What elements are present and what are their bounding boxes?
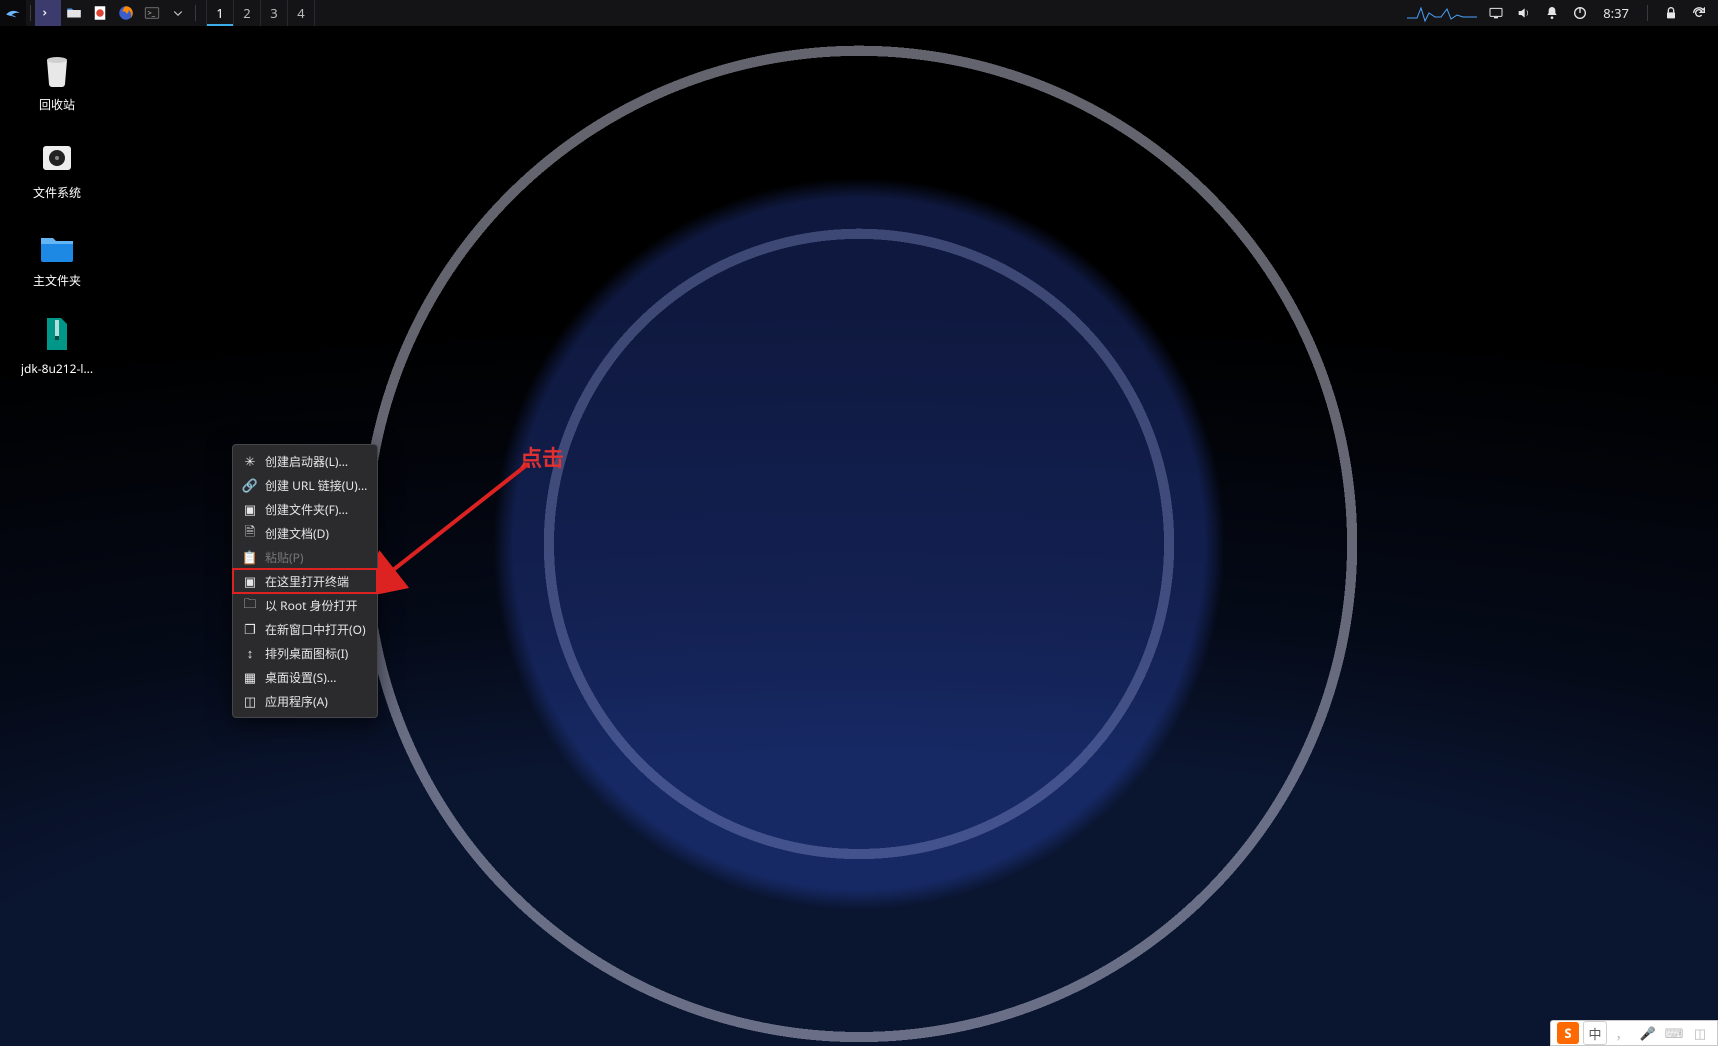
cm-create-folder[interactable]: ▣ 创建文件夹(F)... — [233, 497, 377, 521]
cm-open-new-window[interactable]: ❐ 在新窗口中打开(O) — [233, 617, 377, 641]
file-icon: 🗎 — [243, 526, 257, 540]
desktop-icon-home[interactable]: 主文件夹 — [12, 226, 102, 289]
cm-create-document[interactable]: 🗎 创建文档(D) — [233, 521, 377, 545]
clock-text: 8:37 — [1603, 4, 1629, 22]
workspace-label: 4 — [297, 4, 304, 22]
ime-skin-icon[interactable]: ◫ — [1689, 1022, 1711, 1044]
notifications-icon[interactable] — [1543, 4, 1561, 22]
svg-text:>_: >_ — [148, 8, 156, 18]
settings-icon: ▦ — [243, 670, 257, 684]
cm-label: 创建文件夹(F)... — [265, 501, 367, 518]
sogou-logo-icon[interactable]: S — [1557, 1022, 1579, 1044]
cm-open-as-root[interactable]: 🗀 以 Root 身份打开 — [233, 593, 377, 617]
text-editor-launcher[interactable] — [87, 0, 113, 26]
chevron-down-icon[interactable] — [165, 0, 191, 26]
folder-plus-icon: ▣ — [243, 502, 257, 516]
ime-keyboard-icon[interactable]: ⌨ — [1663, 1022, 1685, 1044]
lock-icon[interactable] — [1662, 4, 1680, 22]
firefox-launcher[interactable] — [113, 0, 139, 26]
annotation-text: 点击 — [520, 441, 564, 473]
clipboard-icon: 📋 — [243, 550, 257, 564]
window-icon: ❐ — [243, 622, 257, 636]
cpu-graph-icon — [1407, 3, 1477, 23]
cm-label: 在新窗口中打开(O) — [265, 621, 367, 638]
cm-paste: 📋 粘贴(P) — [233, 545, 377, 569]
top-panel: >_ 1 2 3 4 8:37 — [0, 0, 1718, 26]
panel-separator — [195, 5, 196, 21]
gear-icon: ✳ — [243, 454, 257, 468]
apps-icon: ◫ — [243, 694, 257, 708]
drive-icon — [37, 138, 77, 178]
refresh-icon[interactable] — [1690, 4, 1708, 22]
cm-label: 排列桌面图标(I) — [265, 645, 367, 662]
display-icon[interactable] — [1487, 4, 1505, 22]
cm-open-terminal[interactable]: ▣ 在这里打开终端 — [233, 569, 377, 593]
volume-icon[interactable] — [1515, 4, 1533, 22]
cm-label: 应用程序(A) — [265, 693, 367, 710]
cm-label: 桌面设置(S)... — [265, 669, 367, 686]
cm-label: 创建文档(D) — [265, 525, 367, 542]
cm-label: 创建 URL 链接(U)... — [265, 477, 367, 494]
workspace-label: 1 — [216, 4, 223, 22]
power-icon[interactable] — [1571, 4, 1589, 22]
desktop-icon-label: 文件系统 — [33, 184, 81, 201]
desktop-icon-label: 主文件夹 — [33, 272, 81, 289]
grid-icon: ↕ — [243, 646, 257, 660]
workspace-switcher: 1 2 3 4 — [206, 0, 315, 26]
folder-home-icon — [37, 226, 77, 266]
ime-lang-button[interactable]: 中 — [1583, 1021, 1607, 1045]
workspace-2[interactable]: 2 — [233, 0, 260, 26]
cm-label: 创建启动器(L)... — [265, 453, 367, 470]
link-icon: 🔗 — [243, 478, 257, 492]
panel-launchers: >_ — [0, 0, 200, 26]
ime-voice-icon[interactable]: 🎤 — [1637, 1022, 1659, 1044]
panel-separator — [1647, 5, 1648, 21]
cm-desktop-settings[interactable]: ▦ 桌面设置(S)... — [233, 665, 377, 689]
trash-icon — [37, 50, 77, 90]
cm-arrange-icons[interactable]: ↕ 排列桌面图标(I) — [233, 641, 377, 665]
annotation-arrow — [378, 456, 538, 596]
workspace-label: 2 — [243, 4, 250, 22]
ime-lang-text: 中 — [1588, 1024, 1601, 1043]
workspace-1[interactable]: 1 — [206, 0, 233, 26]
folder-icon: 🗀 — [243, 598, 257, 612]
cm-label: 以 Root 身份打开 — [265, 597, 367, 614]
ime-punct-icon[interactable]: ， — [1611, 1022, 1633, 1044]
panel-separator — [30, 5, 31, 21]
desktop-context-menu: ✳ 创建启动器(L)... 🔗 创建 URL 链接(U)... ▣ 创建文件夹(… — [232, 444, 378, 718]
cm-create-url[interactable]: 🔗 创建 URL 链接(U)... — [233, 473, 377, 497]
root-terminal-launcher[interactable]: >_ — [139, 0, 165, 26]
desktop-icon-label: 回收站 — [39, 96, 75, 113]
desktop-icon-filesystem[interactable]: 文件系统 — [12, 138, 102, 201]
workspace-label: 3 — [270, 4, 277, 22]
cm-applications[interactable]: ◫ 应用程序(A) — [233, 689, 377, 713]
desktop-icon-label: jdk-8u212-l... — [21, 360, 93, 377]
archive-icon — [37, 314, 77, 354]
workspace-3[interactable]: 3 — [260, 0, 287, 26]
cm-label: 粘贴(P) — [265, 549, 367, 566]
cm-label: 在这里打开终端 — [265, 573, 367, 590]
terminal-launcher[interactable] — [35, 0, 61, 26]
workspace-4[interactable]: 4 — [287, 0, 315, 26]
desktop[interactable]: 回收站 文件系统 主文件夹 jdk-8u212-l... ✳ 创建启动器(L).… — [0, 26, 1718, 1046]
kali-menu-button[interactable] — [0, 0, 26, 26]
ime-toolbar[interactable]: S 中 ， 🎤 ⌨ ◫ — [1550, 1020, 1718, 1046]
terminal-icon: ▣ — [243, 574, 257, 588]
panel-tray: 8:37 — [1407, 3, 1718, 23]
ime-logo-text: S — [1564, 1024, 1571, 1042]
cm-create-launcher[interactable]: ✳ 创建启动器(L)... — [233, 449, 377, 473]
desktop-icon-trash[interactable]: 回收站 — [12, 50, 102, 113]
file-manager-launcher[interactable] — [61, 0, 87, 26]
clock[interactable]: 8:37 — [1599, 4, 1633, 22]
desktop-icon-archive[interactable]: jdk-8u212-l... — [12, 314, 102, 377]
